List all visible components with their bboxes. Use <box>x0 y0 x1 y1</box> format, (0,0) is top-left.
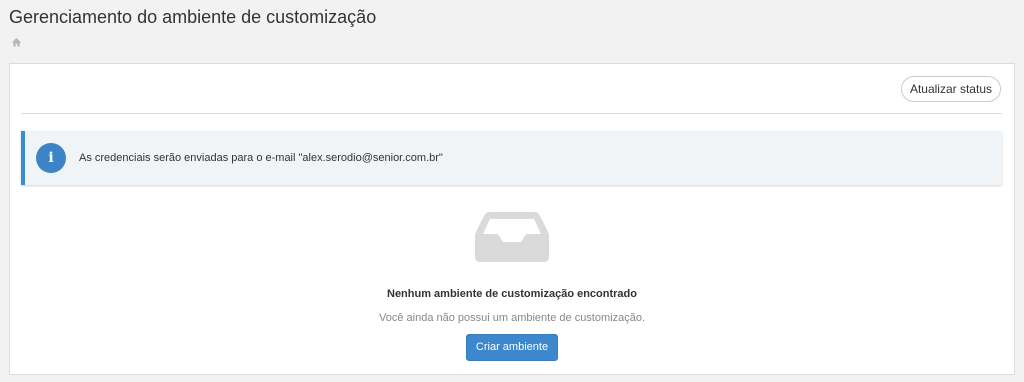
page-title: Gerenciamento do ambiente de customizaçã… <box>9 7 377 27</box>
content-panel: Atualizar status i As credenciais serão … <box>9 63 1015 375</box>
empty-state-description: Você ainda não possui um ambiente de cus… <box>379 312 645 324</box>
breadcrumb <box>11 35 22 48</box>
info-icon: i <box>36 143 66 173</box>
empty-state-title: Nenhum ambiente de customização encontra… <box>387 288 637 300</box>
refresh-status-button[interactable]: Atualizar status <box>900 76 1001 102</box>
empty-state: Nenhum ambiente de customização encontra… <box>10 210 1014 361</box>
inbox-tray-icon <box>475 212 549 262</box>
create-environment-button[interactable]: Criar ambiente <box>465 334 559 361</box>
alert-message: As credenciais serão enviadas para o e-m… <box>79 152 443 164</box>
page-header: Gerenciamento do ambiente de customizaçã… <box>9 6 376 28</box>
info-alert: i As credenciais serão enviadas para o e… <box>21 131 1002 185</box>
divider <box>21 113 1002 114</box>
home-icon[interactable] <box>11 37 22 48</box>
panel-toolbar: Atualizar status <box>900 76 1001 102</box>
